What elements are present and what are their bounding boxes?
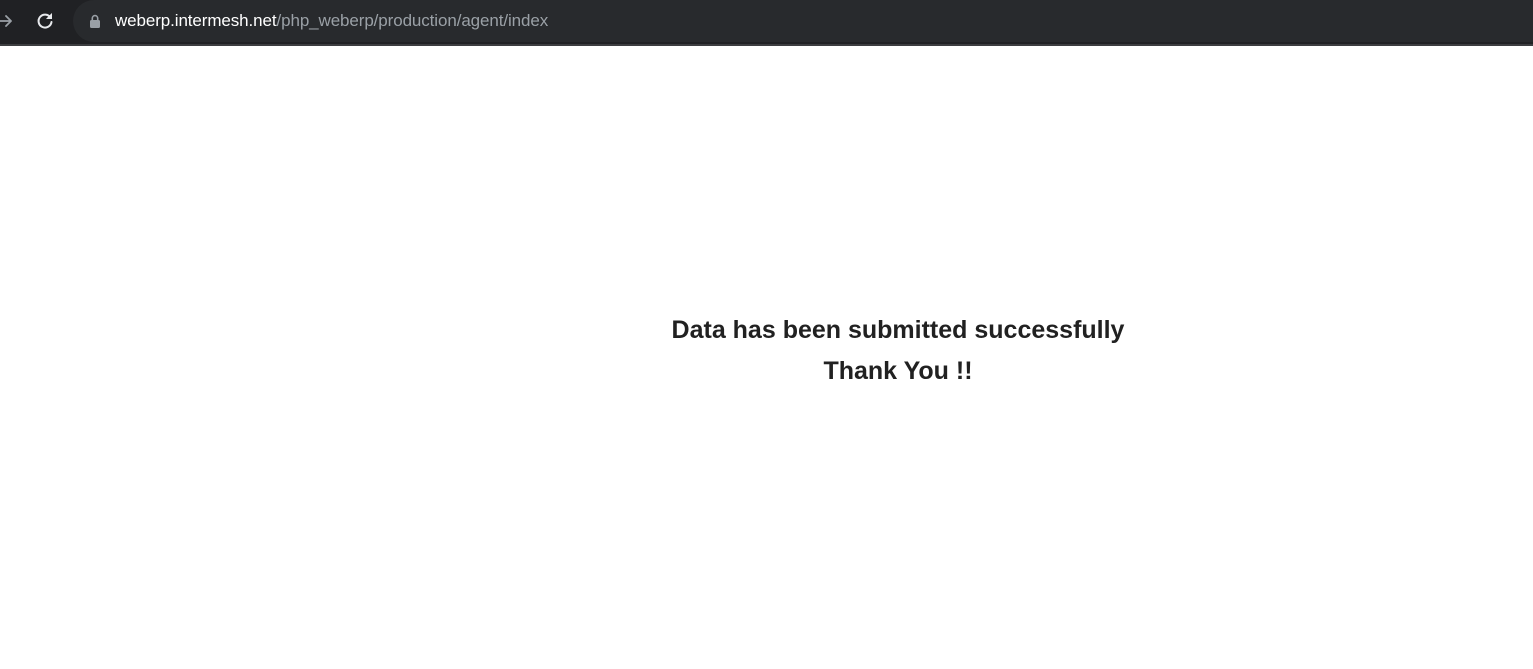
arrow-right-icon <box>0 15 12 27</box>
url-path: /php_weberp/production/agent/index <box>276 11 549 30</box>
url-host: weberp.intermesh.net <box>115 11 277 30</box>
success-message: Data has been submitted successfully Tha… <box>565 310 1231 391</box>
thank-you-message: Thank You !! <box>823 357 973 385</box>
lock-icon[interactable] <box>89 14 101 28</box>
reload-icon <box>37 13 53 29</box>
address-bar[interactable]: weberp.intermesh.net/php_weberp/producti… <box>73 0 1533 42</box>
url-text[interactable]: weberp.intermesh.net/php_weberp/producti… <box>115 10 548 32</box>
submission-message: Data has been submitted successfully <box>671 316 1125 344</box>
reload-button[interactable] <box>30 7 60 35</box>
forward-button[interactable] <box>0 7 20 35</box>
browser-toolbar: weberp.intermesh.net/php_weberp/producti… <box>0 0 1533 46</box>
